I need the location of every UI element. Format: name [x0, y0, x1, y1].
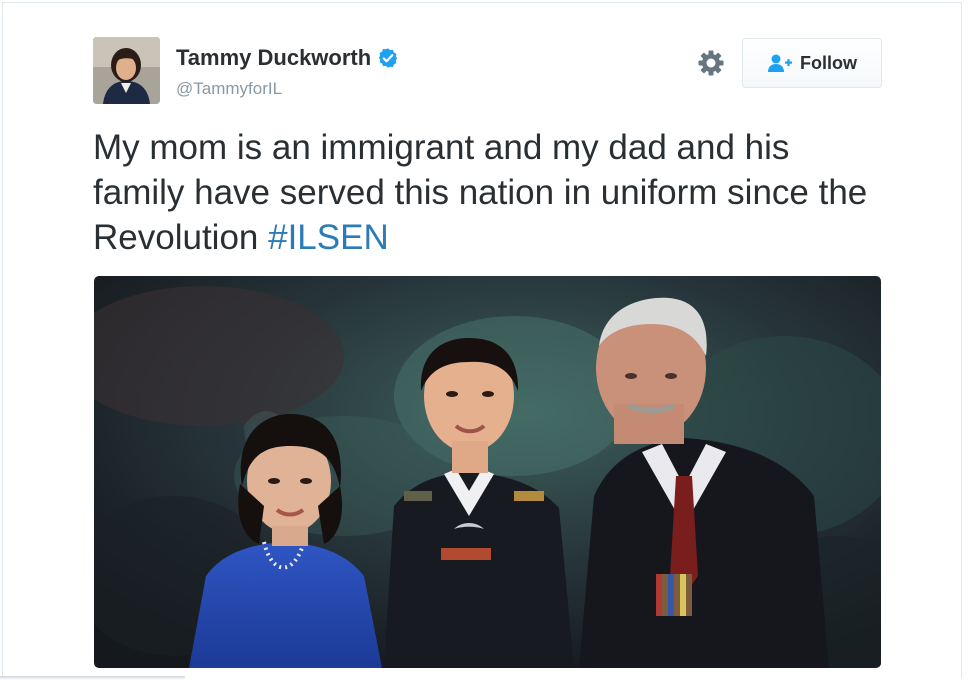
tweet-text: My mom is an immigrant and my dad and hi… [93, 125, 883, 260]
follow-label: Follow [800, 52, 857, 73]
author-handle[interactable]: @TammyforIL [176, 79, 282, 99]
tweet-photo[interactable] [94, 276, 881, 668]
author-name-row: Tammy Duckworth [176, 45, 399, 71]
hashtag-link[interactable]: #ILSEN [268, 218, 389, 257]
bottom-shadow [0, 676, 185, 680]
gear-icon[interactable] [697, 49, 725, 77]
add-user-icon [767, 53, 793, 73]
tweet-text-body: My mom is an immigrant and my dad and hi… [93, 128, 868, 257]
author-avatar[interactable] [93, 37, 160, 104]
verified-badge-icon [377, 47, 399, 69]
author-name[interactable]: Tammy Duckworth [176, 45, 371, 71]
follow-button[interactable]: Follow [742, 38, 882, 88]
tweet-card: Tammy Duckworth @TammyforIL Follow My mo… [2, 2, 962, 678]
